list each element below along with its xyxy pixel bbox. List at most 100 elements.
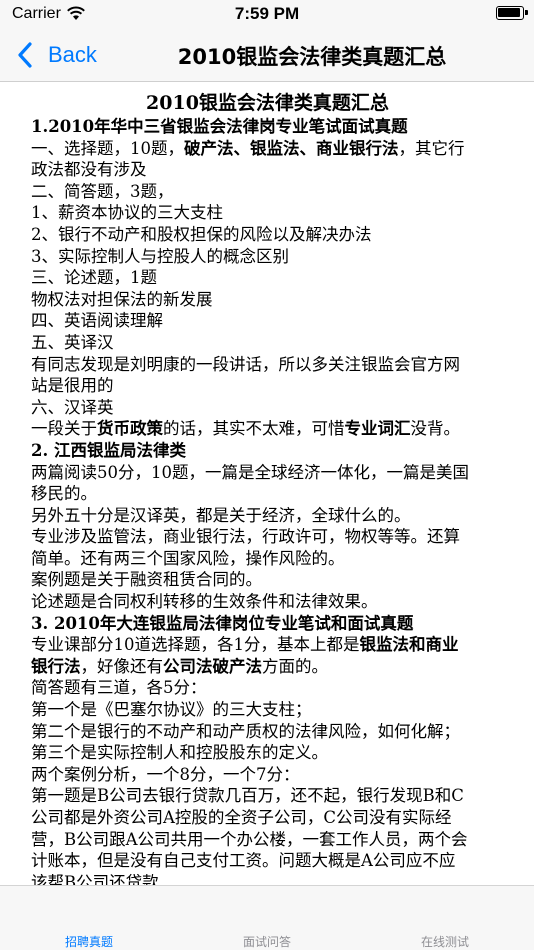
line-text: 五、英译汉 xyxy=(31,332,114,352)
tab-interview-qa[interactable]: 面试问答 xyxy=(178,886,356,950)
article-line: 简答题有三道，各5分： xyxy=(31,677,520,699)
status-bar: Carrier 7:59 PM xyxy=(0,0,534,28)
battery-icon xyxy=(496,6,528,20)
article-line: 政法都没有涉及 xyxy=(31,159,520,181)
line-text: 该帮B公司还贷款 xyxy=(31,872,159,885)
emphasis-text: 银行法 xyxy=(31,656,81,676)
article-line: 3. 2010年大连银监局法律岗位专业笔试和面试真题 xyxy=(31,613,520,635)
article-line: 该帮B公司还贷款 xyxy=(31,872,520,885)
line-text: 二、简答题，3题， xyxy=(31,181,174,201)
tab-label: 在线测试 xyxy=(420,935,469,949)
line-text: 的话，其实不太难，可惜 xyxy=(163,419,345,439)
line-text: 3. 2010年大连银监局法律岗位专业笔试和面试真题 xyxy=(31,613,414,633)
line-text: 站是很用的 xyxy=(31,376,114,396)
emphasis-text: 破产法、银监法、商业银行法 xyxy=(184,138,399,158)
article-line: 一段关于货币政策的话，其实不太难，可惜专业词汇没背。 xyxy=(31,418,520,440)
article-line: 计账本，但是没有自己支付工资。问题大概是A公司应不应 xyxy=(31,850,520,872)
article-line: 营，B公司跟A公司共用一个办公楼，一套工作人员，两个会 xyxy=(31,829,520,851)
line-text: 有同志发现是刘明康的一段讲话，所以多关注银监会官方网 xyxy=(31,354,460,374)
line-text: 另外五十分是汉译英，都是关于经济，全球什么的。 xyxy=(31,505,411,525)
article-line: 论述题是合同权利转移的生效条件和法律效果。 xyxy=(31,591,520,613)
line-text: 论述题是合同权利转移的生效条件和法律效果。 xyxy=(31,592,378,612)
line-text: 没背。 xyxy=(410,419,461,439)
line-text: 2、银行不动产和股权担保的风险以及解决办法 xyxy=(31,224,372,244)
article-line: 三、论述题，1题 xyxy=(31,267,520,289)
tab-bar: 招聘真题 面试问答 在线测试 xyxy=(0,885,534,950)
article-line: 简单。还有两三个国家风险，操作风险的。 xyxy=(31,548,520,570)
line-text: 3、实际控制人与控股人的概念区别 xyxy=(31,246,289,266)
article-line: 站是很用的 xyxy=(31,375,520,397)
article-line: 两个案例分析，一个8分，一个7分： xyxy=(31,764,520,786)
line-text: 六、汉译英 xyxy=(31,397,114,417)
emphasis-text: 公司法破产法 xyxy=(163,656,262,676)
emphasis-text: 银监法和商业 xyxy=(359,635,459,655)
line-text: 1.2010年华中三省银监会法律岗专业笔试面试真题 xyxy=(31,117,408,136)
tab-label: 面试问答 xyxy=(242,935,291,949)
status-time: 7:59 PM xyxy=(234,4,300,23)
article-line: 两篇阅读50分，10题，一篇是全球经济一体化，一篇是美国 xyxy=(31,462,520,484)
article-line: 四、英语阅读理解 xyxy=(31,310,520,332)
article-line: 2、银行不动产和股权担保的风险以及解决办法 xyxy=(31,224,520,246)
navigation-bar: Back 2010银监会法律类真题汇总 xyxy=(0,28,534,82)
line-text: 营，B公司跟A公司共用一个办公楼，一套工作人员，两个会 xyxy=(31,829,468,849)
article-line: 一、选择题，10题，破产法、银监法、商业银行法，其它行 xyxy=(31,138,520,160)
article-lines: 1.2010年华中三省银监会法律岗专业笔试面试真题 一、选择题，10题，破产法、银… xyxy=(31,116,520,885)
article-line: 另外五十分是汉译英，都是关于经济，全球什么的。 xyxy=(31,505,520,527)
article-line: 第二个是银行的不动产和动产质权的法律风险，如何化解； xyxy=(31,721,520,743)
line-text: 简答题有三道，各5分： xyxy=(31,678,207,698)
article-line: 五、英译汉 xyxy=(31,332,520,354)
article-body: 2010银监会法律类真题汇总 1.2010年华中三省银监会法律岗专业笔试面试真题… xyxy=(0,83,534,885)
article-line: 公司都是外资公司A控股的全资子公司，C公司没有实际经 xyxy=(31,807,520,829)
line-text: 移民的。 xyxy=(31,484,97,504)
article-line: 第一题是B公司去银行贷款几百万，还不起，银行发现B和C xyxy=(31,785,520,807)
line-text: 公司都是外资公司A控股的全资子公司，C公司没有实际经 xyxy=(31,808,452,827)
page-title: 2010银监会法律类真题汇总 xyxy=(177,45,447,69)
emphasis-text: 专业词汇 xyxy=(344,419,411,439)
article-line: 1.2010年华中三省银监会法律岗专业笔试面试真题 xyxy=(31,116,520,138)
article-scroll-view[interactable]: 2010银监会法律类真题汇总 1.2010年华中三省银监会法律岗专业笔试面试真题… xyxy=(0,83,534,885)
article-title: 2010银监会法律类真题汇总 xyxy=(146,92,389,114)
line-text: 第二个是银行的不动产和动产质权的法律风险，如何化解； xyxy=(31,721,460,741)
line-text: 一、选择题，10题， xyxy=(31,138,184,158)
article-line: 第一个是《巴塞尔协议》的三大支柱； xyxy=(31,699,520,721)
emphasis-text: 货币政策 xyxy=(97,419,163,439)
article-line: 物权法对担保法的新发展 xyxy=(31,289,520,311)
article-line: 专业课部分10道选择题，各1分，基本上都是银监法和商业 xyxy=(31,634,520,656)
article-line: 六、汉译英 xyxy=(31,397,520,419)
tab-recruitment-questions[interactable]: 招聘真题 xyxy=(0,886,178,950)
article-line: 二、简答题，3题， xyxy=(31,181,520,203)
article-line: 案例题是关于融资租赁合同的。 xyxy=(31,569,520,591)
article-line: 2. 江西银监局法律类 xyxy=(31,440,520,462)
line-text: 1、薪资本协议的三大支柱 xyxy=(31,203,223,223)
line-text: 简单。还有两三个国家风险，操作风险的。 xyxy=(31,548,345,568)
line-text: 第一个是《巴塞尔协议》的三大支柱； xyxy=(31,700,312,720)
article-line: 1、薪资本协议的三大支柱 xyxy=(31,202,520,224)
line-text: 计账本，但是没有自己支付工资。问题大概是A公司应不应 xyxy=(31,851,456,871)
line-text: 四、英语阅读理解 xyxy=(31,311,163,331)
article-line: 第三个是实际控制人和控股股东的定义。 xyxy=(31,742,520,764)
line-text: 物权法对担保法的新发展 xyxy=(31,289,213,309)
tab-online-test[interactable]: 在线测试 xyxy=(356,886,534,950)
article-line: 移民的。 xyxy=(31,483,520,505)
article-line: 银行法，好像还有公司法破产法方面的。 xyxy=(31,656,520,678)
line-text: 2. 江西银监局法律类 xyxy=(31,440,186,460)
tab-label: 招聘真题 xyxy=(64,935,113,949)
line-text: ，好像还有 xyxy=(80,656,164,676)
line-text: 第三个是实际控制人和控股股东的定义。 xyxy=(31,743,328,763)
article-line: 专业涉及监管法，商业银行法，行政许可，物权等等。还算 xyxy=(31,526,520,548)
article-line: 有同志发现是刘明康的一段讲话，所以多关注银监会官方网 xyxy=(31,354,520,376)
line-text: 两个案例分析，一个8分，一个7分： xyxy=(31,764,300,784)
line-text: 政法都没有涉及 xyxy=(31,160,147,180)
line-text: 专业课部分10道选择题，各1分，基本上都是 xyxy=(31,635,360,655)
line-text: 第一题是B公司去银行贷款几百万，还不起，银行发现B和C xyxy=(31,786,464,806)
chevron-left-icon xyxy=(18,42,32,68)
back-button[interactable]: Back xyxy=(14,40,97,70)
line-text: 一段关于 xyxy=(31,419,97,439)
line-text: 专业涉及监管法，商业银行法，行政许可，物权等等。还算 xyxy=(31,527,460,547)
article-line: 3、实际控制人与控股人的概念区别 xyxy=(31,246,520,268)
line-text: 方面的。 xyxy=(262,656,328,676)
line-text: 案例题是关于融资租赁合同的。 xyxy=(31,570,262,590)
back-label: Back xyxy=(48,42,97,67)
line-text: 三、论述题，1题 xyxy=(31,268,157,288)
line-text: 两篇阅读50分，10题，一篇是全球经济一体化，一篇是美国 xyxy=(31,462,469,482)
